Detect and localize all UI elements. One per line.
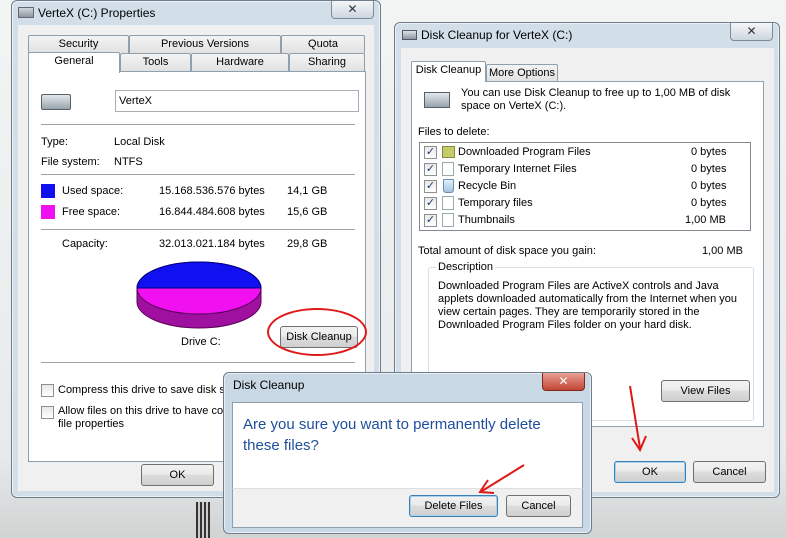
capacity-bytes: 32.013.021.184 bytes bbox=[159, 238, 265, 250]
confirm-cancel-button[interactable]: Cancel bbox=[506, 495, 571, 517]
tab-general[interactable]: General bbox=[28, 52, 120, 73]
capacity-gb: 29,8 GB bbox=[287, 238, 328, 250]
file-icon bbox=[442, 213, 454, 227]
drive-label: Drive C: bbox=[181, 336, 221, 348]
desktop-figure bbox=[196, 502, 210, 538]
cleanup-intro: You can use Disk Cleanup to free up to 1… bbox=[461, 87, 731, 112]
description-text: Downloaded Program Files are ActiveX con… bbox=[438, 280, 738, 331]
file-size: 0 bytes bbox=[691, 146, 727, 158]
file-size: 1,00 MB bbox=[685, 214, 726, 226]
delete-files-button[interactable]: Delete Files bbox=[409, 495, 498, 517]
cleanup-title: Disk Cleanup for VerteX (C:) bbox=[421, 28, 573, 42]
list-item[interactable]: ✓ Downloaded Program Files 0 bytes bbox=[420, 144, 750, 161]
capacity-label: Capacity: bbox=[62, 238, 108, 250]
drive-large-icon bbox=[41, 94, 71, 110]
cleanup-titlebar[interactable]: Disk Cleanup for VerteX (C:) bbox=[395, 23, 779, 51]
confirm-titlebar[interactable]: Disk Cleanup bbox=[224, 373, 591, 401]
index-checkbox[interactable] bbox=[41, 406, 54, 419]
index-label-2: file properties bbox=[58, 418, 125, 430]
separator bbox=[41, 362, 355, 363]
drive-icon bbox=[18, 7, 34, 18]
view-files-button[interactable]: View Files bbox=[661, 380, 750, 402]
used-space-label: Used space: bbox=[62, 185, 124, 197]
properties-ok-button[interactable]: OK bbox=[141, 464, 214, 486]
tab-sharing[interactable]: Sharing bbox=[289, 53, 365, 71]
free-space-bytes: 16.844.484.608 bytes bbox=[159, 206, 265, 218]
file-name: Downloaded Program Files bbox=[458, 146, 591, 158]
index-label-1: Allow files on this drive to have cont bbox=[58, 405, 233, 417]
file-name: Temporary Internet Files bbox=[458, 163, 577, 175]
free-space-swatch bbox=[41, 205, 55, 219]
file-name: Temporary files bbox=[458, 197, 533, 209]
type-label: Type: bbox=[41, 136, 68, 148]
tab-quota[interactable]: Quota bbox=[281, 35, 365, 53]
separator bbox=[41, 229, 355, 230]
file-checkbox[interactable]: ✓ bbox=[424, 197, 437, 210]
tab-tools[interactable]: Tools bbox=[120, 53, 191, 71]
free-space-gb: 15,6 GB bbox=[287, 206, 328, 218]
file-size: 0 bytes bbox=[691, 163, 727, 175]
tab-previous-versions[interactable]: Previous Versions bbox=[129, 35, 281, 53]
tab-more-options[interactable]: More Options bbox=[486, 64, 558, 82]
used-space-bytes: 15.168.536.576 bytes bbox=[159, 185, 265, 197]
file-name: Recycle Bin bbox=[458, 180, 517, 192]
highlight-circle bbox=[267, 308, 367, 356]
tab-hardware[interactable]: Hardware bbox=[191, 53, 289, 71]
used-space-gb: 14,1 GB bbox=[287, 185, 328, 197]
total-gain-label: Total amount of disk space you gain: bbox=[418, 245, 596, 257]
disk-usage-pie bbox=[136, 261, 262, 329]
cleanup-cancel-button[interactable]: Cancel bbox=[693, 461, 766, 483]
tab-security[interactable]: Security bbox=[28, 35, 129, 53]
type-value: Local Disk bbox=[114, 136, 165, 148]
confirm-dialog: Disk Cleanup ✕ Are you sure you want to … bbox=[223, 372, 592, 534]
cleanup-close-button[interactable]: ✕ bbox=[730, 23, 773, 41]
pie-used-slice bbox=[136, 261, 262, 289]
compress-checkbox[interactable] bbox=[41, 384, 54, 397]
file-checkbox[interactable]: ✓ bbox=[424, 180, 437, 193]
separator bbox=[41, 124, 355, 125]
file-system-label: File system: bbox=[41, 156, 100, 168]
properties-title: VerteX (C:) Properties bbox=[38, 6, 156, 20]
list-item[interactable]: ✓ Temporary Internet Files 0 bytes bbox=[420, 161, 750, 178]
file-checkbox[interactable]: ✓ bbox=[424, 214, 437, 227]
compress-label: Compress this drive to save disk spa bbox=[58, 384, 238, 396]
list-item[interactable]: ✓ Temporary files 0 bytes bbox=[420, 195, 750, 212]
total-gain-value: 1,00 MB bbox=[702, 245, 743, 257]
file-size: 0 bytes bbox=[691, 197, 727, 209]
files-to-delete-label: Files to delete: bbox=[418, 126, 490, 138]
list-item[interactable]: ✓ Recycle Bin 0 bytes bbox=[420, 178, 750, 195]
properties-close-button[interactable]: ✕ bbox=[331, 1, 374, 19]
confirm-close-button[interactable]: ✕ bbox=[542, 373, 585, 391]
files-list: ✓ Downloaded Program Files 0 bytes ✓ Tem… bbox=[419, 142, 751, 231]
list-item[interactable]: ✓ Thumbnails 1,00 MB bbox=[420, 212, 750, 229]
cleanup-ok-button[interactable]: OK bbox=[614, 461, 686, 483]
used-space-swatch bbox=[41, 184, 55, 198]
file-system-value: NTFS bbox=[114, 156, 143, 168]
file-icon bbox=[442, 196, 454, 210]
recycle-bin-icon bbox=[443, 179, 454, 193]
file-size: 0 bytes bbox=[691, 180, 727, 192]
confirm-message: Are you sure you want to permanently del… bbox=[243, 416, 541, 454]
free-space-label: Free space: bbox=[62, 206, 121, 218]
folder-icon bbox=[442, 146, 455, 158]
file-checkbox[interactable]: ✓ bbox=[424, 146, 437, 159]
separator bbox=[41, 174, 355, 175]
file-checkbox[interactable]: ✓ bbox=[424, 163, 437, 176]
disk-cleanup-large-icon bbox=[424, 92, 450, 108]
description-title: Description bbox=[436, 261, 496, 273]
file-name: Thumbnails bbox=[458, 214, 515, 226]
file-icon bbox=[442, 162, 454, 176]
tab-disk-cleanup[interactable]: Disk Cleanup bbox=[411, 61, 486, 82]
disk-cleanup-icon bbox=[402, 30, 417, 40]
drive-name-field[interactable]: VerteX bbox=[115, 90, 359, 112]
confirm-title: Disk Cleanup bbox=[233, 378, 305, 392]
